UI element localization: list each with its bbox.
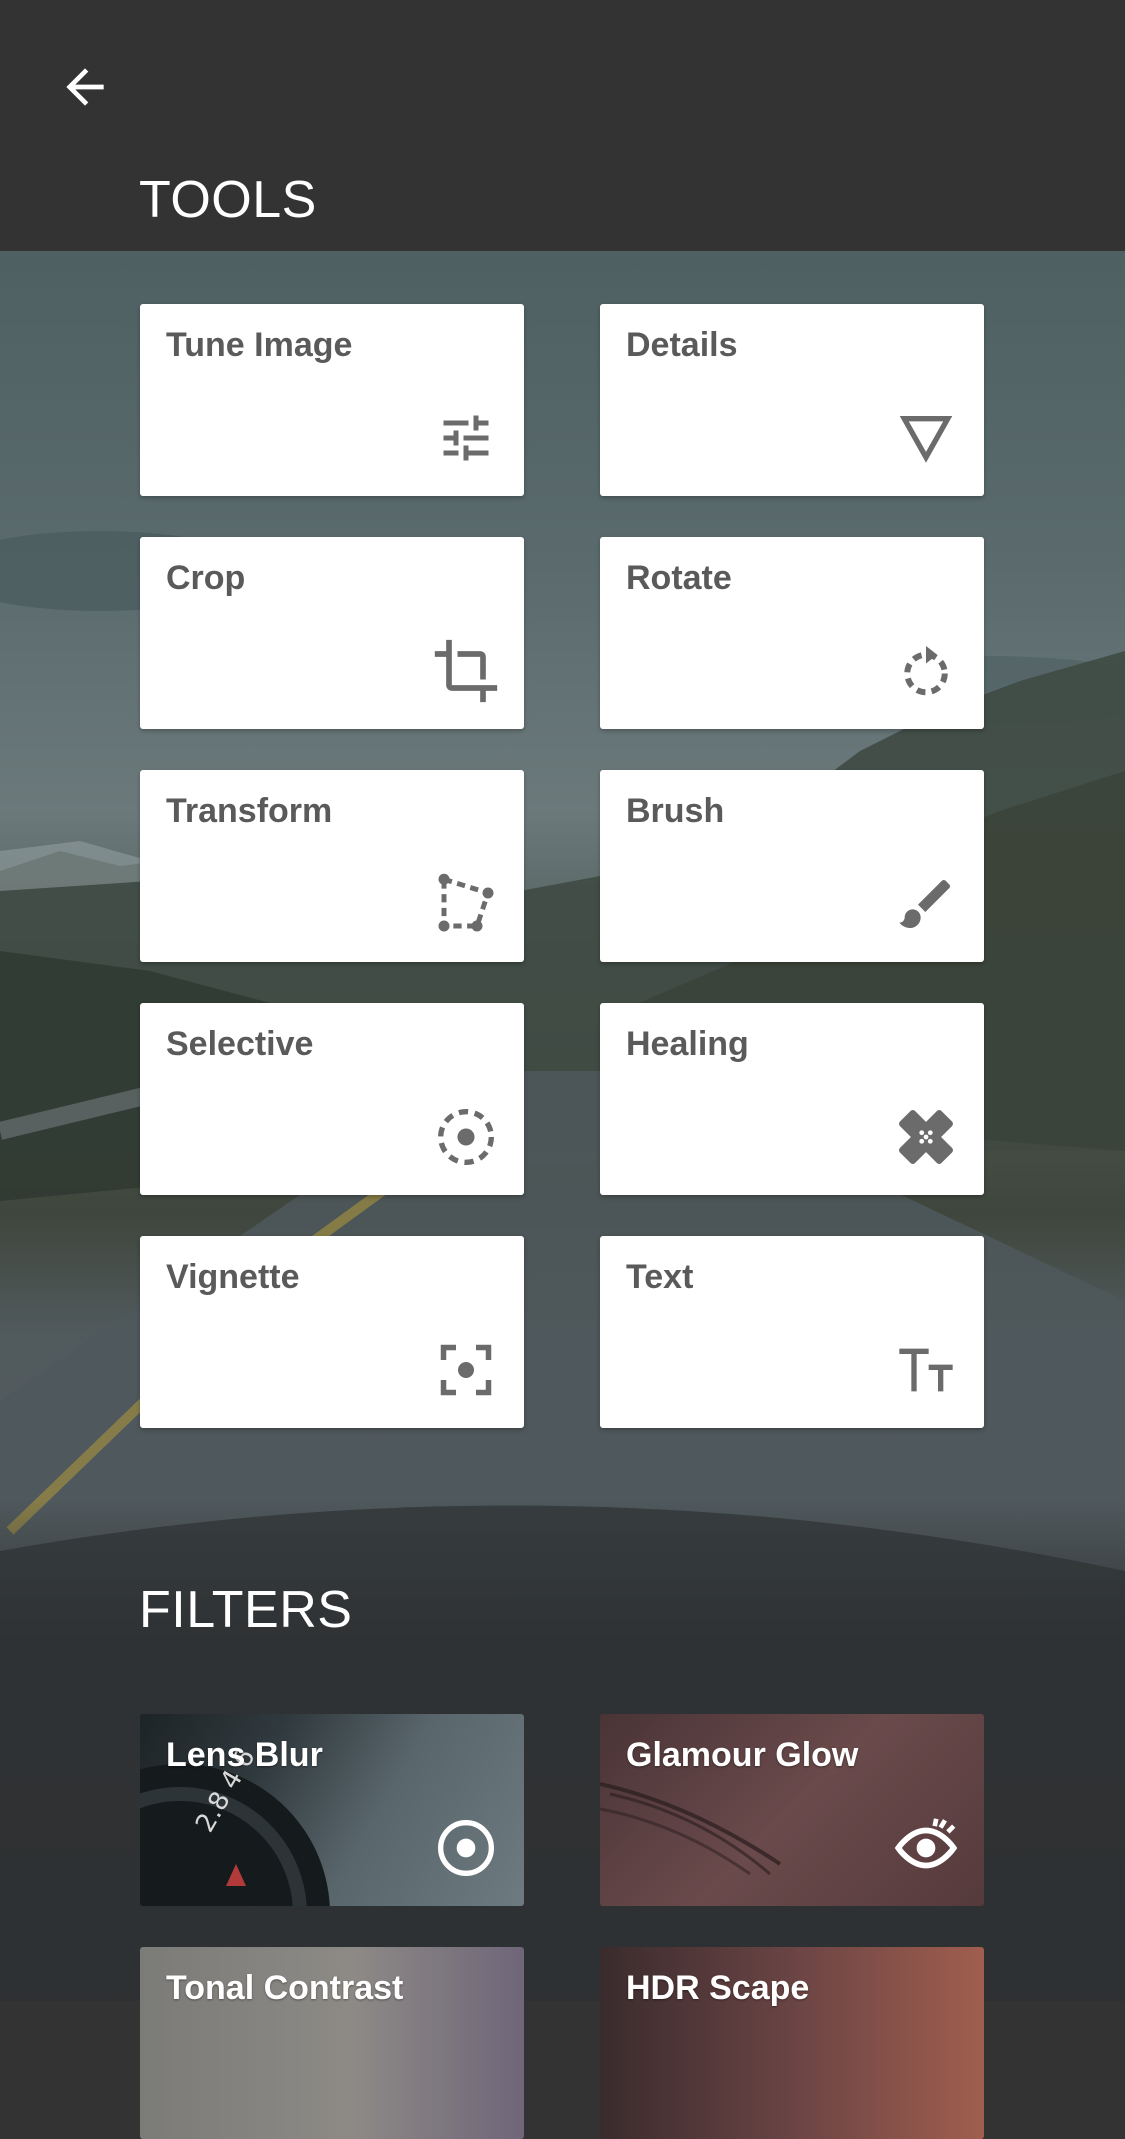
tool-transform[interactable]: Transform (140, 770, 524, 962)
tool-details[interactable]: Details (600, 304, 984, 496)
rotate-icon (890, 635, 962, 707)
filters-heading: FILTERS (139, 1581, 353, 1639)
tool-vignette[interactable]: Vignette (140, 1236, 524, 1428)
filter-label: Glamour Glow (626, 1736, 859, 1774)
tool-brush[interactable]: Brush (600, 770, 984, 962)
back-button[interactable] (50, 52, 120, 122)
tool-label: Text (626, 1258, 694, 1296)
tool-label: Rotate (626, 559, 732, 597)
tool-label: Vignette (166, 1258, 300, 1296)
vignette-icon (430, 1334, 502, 1406)
tool-label: Brush (626, 792, 725, 830)
tool-label: Details (626, 326, 738, 364)
selective-icon (430, 1101, 502, 1173)
tool-label: Selective (166, 1025, 314, 1063)
filter-label: Lens Blur (166, 1736, 323, 1774)
tool-healing[interactable]: Healing (600, 1003, 984, 1195)
filter-hdr-scape[interactable]: HDR Scape (600, 1947, 984, 2139)
tool-text[interactable]: Text (600, 1236, 984, 1428)
transform-icon (430, 868, 502, 940)
triangle-down-icon (890, 402, 962, 474)
eye-icon (890, 1812, 962, 1884)
tool-label: Transform (166, 792, 333, 830)
tool-label: Healing (626, 1025, 749, 1063)
tool-crop[interactable]: Crop (140, 537, 524, 729)
brush-icon (890, 868, 962, 940)
tool-tune-image[interactable]: Tune Image (140, 304, 524, 496)
filter-label: Tonal Contrast (166, 1969, 404, 2007)
filter-label: HDR Scape (626, 1969, 810, 2007)
filter-tonal-contrast[interactable]: Tonal Contrast (140, 1947, 524, 2139)
arrow-left-icon (66, 68, 104, 106)
crop-icon (430, 635, 502, 707)
tools-heading: TOOLS (139, 171, 317, 229)
filter-glamour-glow[interactable]: Glamour Glow (600, 1714, 984, 1906)
sliders-icon (430, 402, 502, 474)
bandage-icon (890, 1101, 962, 1173)
tool-label: Tune Image (166, 326, 353, 364)
tool-selective[interactable]: Selective (140, 1003, 524, 1195)
text-icon (890, 1334, 962, 1406)
tool-label: Crop (166, 559, 246, 597)
top-bar: TOOLS (0, 0, 1125, 251)
target-icon (430, 1812, 502, 1884)
filter-lens-blur[interactable]: 2.8 4 6 Lens Blur (140, 1714, 524, 1906)
tool-rotate[interactable]: Rotate (600, 537, 984, 729)
